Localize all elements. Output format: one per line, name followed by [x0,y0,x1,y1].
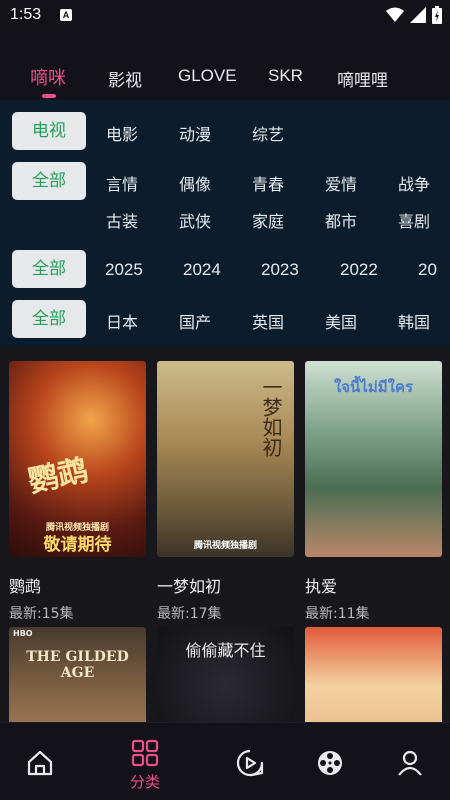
filter-option-genre[interactable]: 古装 [106,208,138,232]
media-title: 一梦如初 [157,577,222,596]
nav-profile[interactable] [370,723,450,800]
poster-image[interactable]: HBO THE GILDED AGE [9,627,146,722]
poster-image[interactable] [305,627,442,722]
home-icon [27,750,53,776]
filter-option-genre[interactable]: 言情 [106,171,138,195]
filter-option-genre[interactable]: 喜剧 [398,208,430,232]
active-tab-indicator [42,94,56,98]
poster-image[interactable]: 一梦如初 腾讯视频独播剧 [157,361,294,557]
filter-option-region[interactable]: 美国 [325,309,357,333]
filter-chip-type-selected[interactable]: 电视 [12,112,86,150]
poster-badge: HBO [13,629,33,638]
film-reel-icon [318,751,342,775]
signal-icon [410,7,426,23]
status-time: 1:53 [10,6,42,23]
filter-row-type: 电视 电影 动漫 综艺 [0,112,450,152]
nav-category[interactable]: 分类 [105,723,185,800]
poster-image[interactable]: 鹦鹉 腾讯视频独播剧 敬请期待 [9,361,146,557]
nav-category-label: 分类 [129,773,160,791]
tab-glove[interactable]: GLOVE [178,66,237,86]
filter-row-year: 全部 2025 2024 2023 2022 20 [0,250,450,290]
poster-art-text: THE GILDED AGE [26,649,129,681]
poster-art-text: 一梦如初 [259,377,283,457]
media-card[interactable]: ใจนี้ไม่มีใคร 执爱 最新:11集 [305,361,442,623]
user-icon [398,750,422,776]
filter-option-anime[interactable]: 动漫 [179,121,211,145]
media-card[interactable]: 偷偷藏不住 [157,627,294,722]
media-episode-count: 最新:11集 [305,606,370,622]
tab-yingshi[interactable]: 影视 [108,66,142,91]
poster-art-text: 偷偷藏不住 [185,641,266,660]
filter-option-year[interactable]: 2024 [183,260,221,280]
nav-home[interactable] [0,723,80,800]
filter-option-region[interactable]: 日本 [106,309,138,333]
poster-art-text: 鹦鹉 [25,453,92,500]
tab-dimi[interactable]: 嘀咪 [30,64,66,90]
filter-option-region[interactable]: 国产 [179,309,211,333]
filter-option-region[interactable]: 韩国 [398,309,430,333]
filter-option-year[interactable]: 2022 [340,260,378,280]
filter-option-genre[interactable]: 青春 [252,171,284,195]
system-icons [386,6,442,24]
filter-chip-year-all[interactable]: 全部 [12,250,86,288]
poster-caption: 敬请期待 [43,535,112,555]
poster-image[interactable]: 偷偷藏不住 [157,627,294,722]
media-card[interactable]: 鹦鹉 腾讯视频独播剧 敬请期待 鹦鹉 最新:15集 [9,361,146,623]
filter-option-genre[interactable]: 武侠 [179,208,211,232]
filter-option-genre[interactable]: 爱情 [325,171,357,195]
media-card[interactable] [305,627,442,722]
nav-film[interactable] [290,723,370,800]
content-grid: 鹦鹉 腾讯视频独播剧 敬请期待 鹦鹉 最新:15集 一梦如初 腾讯视频独播剧 一… [0,346,450,722]
filter-option-variety[interactable]: 综艺 [252,121,284,145]
media-title: 执爱 [305,577,338,596]
top-tab-bar: 嘀咪 影视 GLOVE SKR 嘀哩哩 [0,32,450,100]
media-episode-count: 最新:15集 [9,606,74,622]
filter-panel: 电视 电影 动漫 综艺 全部 言情 偶像 青春 爱情 战争 古装 武侠 家庭 都… [0,100,450,346]
filter-row-region: 全部 日本 国产 英国 美国 韩国 [0,300,450,340]
filter-option-genre[interactable]: 战争 [398,171,430,195]
filter-row-genre: 全部 言情 偶像 青春 爱情 战争 古装 武侠 家庭 都市 喜剧 [0,162,450,242]
poster-image[interactable]: ใจนี้ไม่มีใคร [305,361,442,557]
status-bar: 1:53 A [0,0,450,32]
media-card[interactable]: HBO THE GILDED AGE [9,627,146,722]
filter-option-year[interactable]: 2023 [261,260,299,280]
video-play-icon [236,749,264,777]
wifi-icon [386,7,404,22]
bottom-navigation: 分类 [0,722,450,800]
filter-option-genre[interactable]: 家庭 [252,208,284,232]
filter-option-region[interactable]: 英国 [252,309,284,333]
filter-option-year[interactable]: 2025 [105,260,143,280]
filter-chip-region-all[interactable]: 全部 [12,300,86,338]
category-grid-icon [131,739,159,767]
media-title: 鹦鹉 [9,577,42,596]
poster-art-text: ใจนี้ไม่มีใคร [333,378,414,396]
nav-video[interactable] [210,723,290,800]
notification-icon: A [60,9,72,21]
poster-badge: 腾讯视频独播剧 [193,541,257,551]
tab-skr[interactable]: SKR [268,66,303,86]
filter-option-genre[interactable]: 都市 [325,208,357,232]
battery-icon [432,6,442,24]
filter-option-genre[interactable]: 偶像 [179,171,211,195]
filter-option-movie[interactable]: 电影 [106,121,138,145]
media-episode-count: 最新:17集 [157,606,222,622]
filter-option-year[interactable]: 20 [418,260,437,280]
filter-chip-genre-all[interactable]: 全部 [12,162,86,200]
tab-dilili[interactable]: 嘀哩哩 [337,66,388,91]
media-card[interactable]: 一梦如初 腾讯视频独播剧 一梦如初 最新:17集 [157,361,294,623]
